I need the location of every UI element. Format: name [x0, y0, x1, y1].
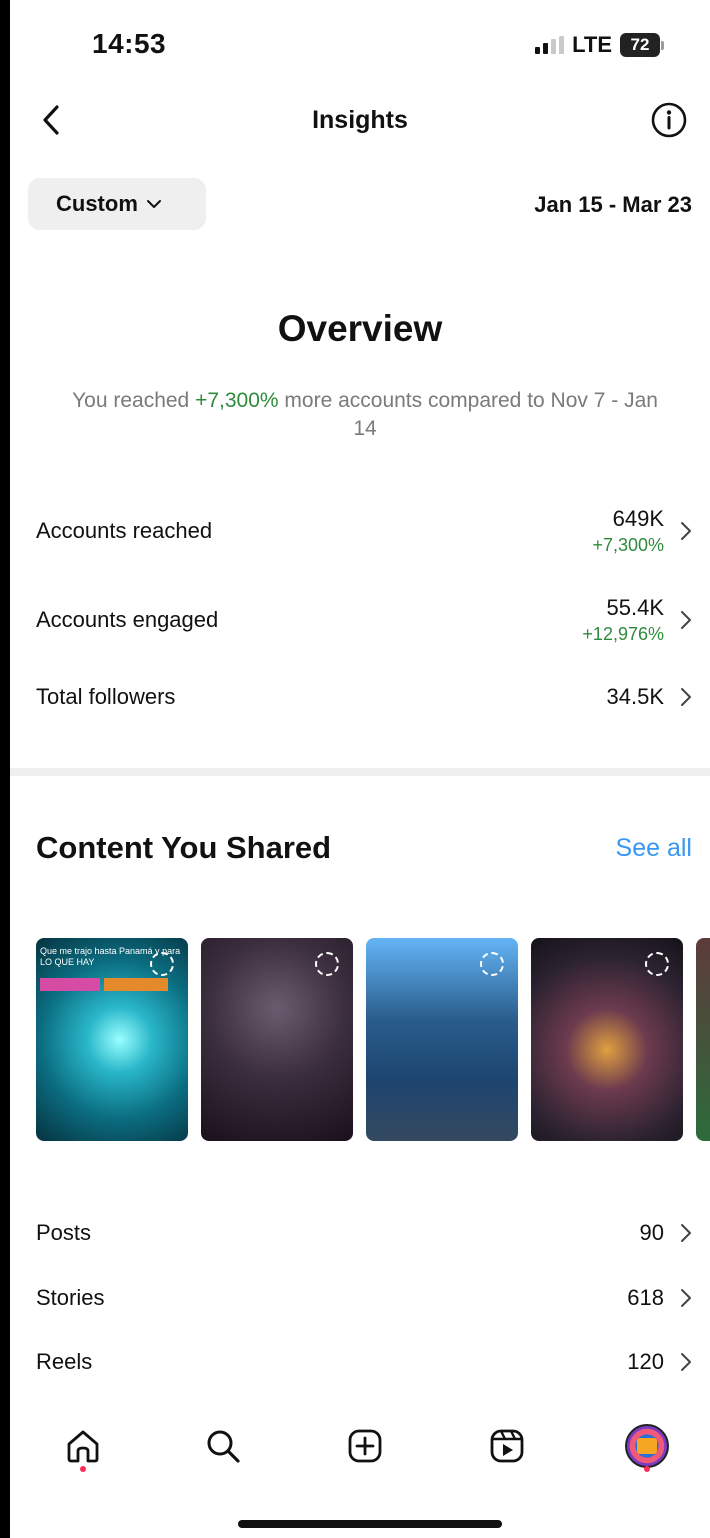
info-icon — [651, 102, 687, 138]
chevron-right-icon — [681, 611, 691, 629]
loading-ring-icon — [645, 952, 669, 976]
create-icon — [348, 1429, 382, 1463]
metric-label: Accounts engaged — [36, 607, 219, 632]
notification-dot — [644, 1466, 650, 1472]
chevron-right-icon — [681, 522, 691, 540]
count-label: Stories — [36, 1285, 105, 1310]
chevron-right-icon — [681, 688, 691, 706]
tab-profile[interactable] — [622, 1418, 672, 1474]
metric-value: 55.4K — [606, 595, 665, 620]
date-range: Jan 15 - Mar 23 — [534, 192, 692, 217]
metric-delta: +7,300% — [592, 535, 664, 555]
page-title: Insights — [312, 106, 408, 134]
notification-dot — [80, 1466, 86, 1472]
count-row-stories[interactable]: Stories 618 — [36, 1273, 694, 1323]
count-value: 90 — [639, 1220, 664, 1245]
status-indicators: LTE 72 — [535, 32, 664, 58]
section-divider — [10, 768, 710, 776]
overview-subtitle-highlight: +7,300% — [195, 389, 279, 412]
bottom-tab-bar — [10, 1418, 710, 1478]
count-row-posts[interactable]: Posts 90 — [36, 1208, 694, 1258]
content-thumbnail[interactable] — [531, 938, 683, 1141]
metric-label: Accounts reached — [36, 518, 213, 543]
screen-edge — [0, 0, 10, 1538]
metric-delta: +12,976% — [582, 624, 664, 644]
metric-row-total-followers[interactable]: Total followers 34.5K — [36, 662, 694, 732]
content-thumbnail[interactable]: Que me trajo hasta Panamá y para LO QUE … — [36, 938, 188, 1141]
loading-ring-icon — [480, 952, 504, 976]
metric-label: Total followers — [36, 684, 176, 709]
tab-create[interactable] — [340, 1418, 390, 1474]
signal-icon — [535, 36, 565, 54]
content-section-title: Content You Shared — [36, 830, 332, 865]
chevron-right-icon — [681, 1224, 691, 1242]
thumbnail-tag — [40, 978, 100, 991]
thumbnail-tag — [104, 978, 168, 991]
loading-ring-icon — [315, 952, 339, 976]
count-value: 120 — [627, 1349, 664, 1374]
battery-icon: 72 — [620, 33, 664, 57]
reels-icon — [490, 1429, 524, 1463]
period-dropdown[interactable]: Custom — [28, 178, 206, 230]
battery-level: 72 — [620, 33, 660, 57]
overview-subtitle: You reached +7,300% more accounts compar… — [70, 387, 660, 443]
content-thumbnail[interactable] — [366, 938, 518, 1141]
status-time: 14:53 — [92, 28, 167, 59]
overview-title: Overview — [277, 308, 443, 349]
info-button[interactable] — [650, 101, 688, 139]
chevron-right-icon — [681, 1353, 691, 1371]
content-thumbnails: Que me trajo hasta Panamá y para LO QUE … — [36, 938, 710, 1141]
count-row-reels[interactable]: Reels 120 — [36, 1337, 694, 1387]
chevron-down-icon — [146, 200, 161, 208]
count-value: 618 — [627, 1285, 664, 1310]
content-thumbnail[interactable] — [201, 938, 353, 1141]
metric-value: 34.5K — [606, 684, 665, 709]
search-icon — [207, 1430, 240, 1463]
loading-ring-icon — [150, 952, 174, 976]
network-label: LTE — [572, 32, 612, 57]
period-label: Custom — [56, 191, 138, 216]
overview-subtitle-suffix: more accounts compared to Nov 7 - Jan 14 — [278, 389, 658, 440]
content-thumbnail[interactable] — [696, 938, 710, 1141]
metric-row-accounts-reached[interactable]: Accounts reached 649K +7,300% — [36, 496, 694, 566]
tab-home[interactable] — [58, 1418, 108, 1474]
tab-search[interactable] — [198, 1418, 248, 1474]
metric-value: 649K — [612, 506, 664, 531]
overview-subtitle-prefix: You reached — [72, 389, 196, 412]
home-indicator — [238, 1520, 502, 1528]
count-label: Reels — [36, 1349, 93, 1374]
profile-avatar — [625, 1424, 669, 1468]
tab-reels[interactable] — [482, 1418, 532, 1474]
count-label: Posts — [36, 1220, 92, 1245]
chevron-right-icon — [681, 1289, 691, 1307]
metric-row-accounts-engaged[interactable]: Accounts engaged 55.4K +12,976% — [36, 585, 694, 655]
insights-screen: 14:53 LTE 72 Insights Custom Jan 15 - Ma… — [10, 0, 710, 1538]
home-icon — [67, 1430, 99, 1463]
see-all-link[interactable]: See all — [616, 834, 692, 863]
